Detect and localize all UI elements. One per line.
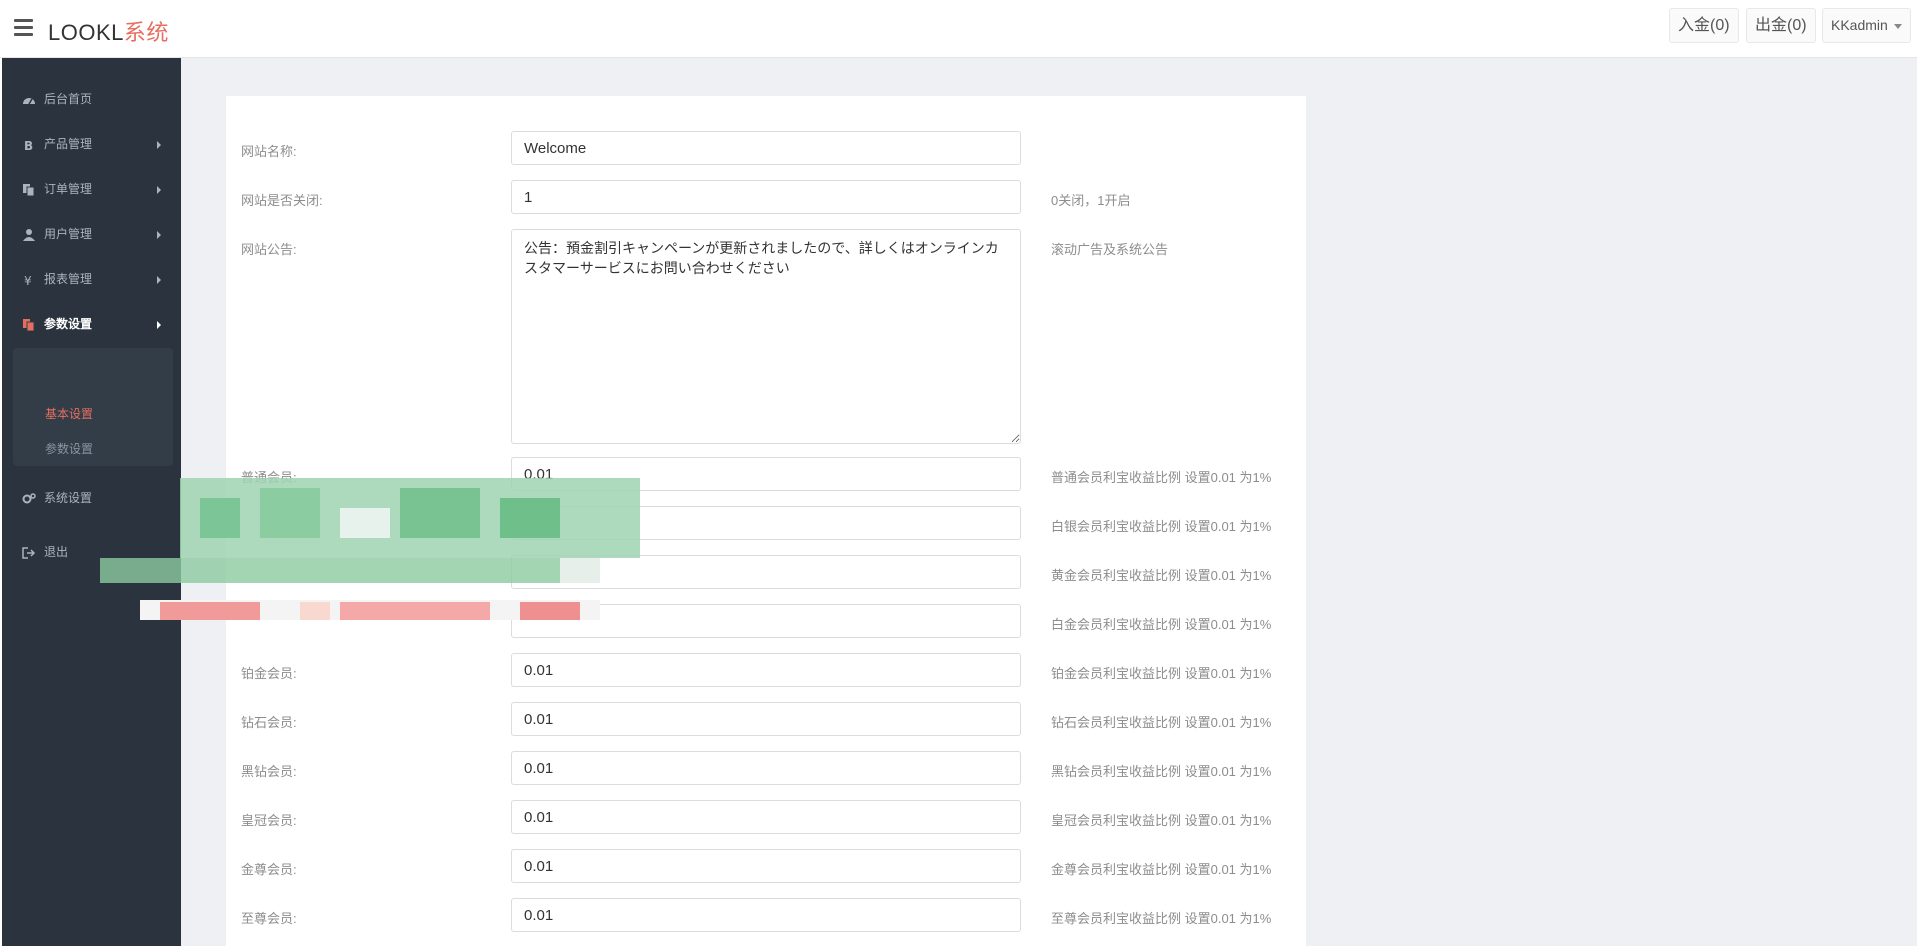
deposit-button[interactable]: 入金(0) <box>1669 8 1739 43</box>
copy-icon <box>22 183 36 196</box>
field-label: 铂金会员: <box>241 666 297 681</box>
cogs-icon <box>22 493 36 505</box>
yen-icon: ¥ <box>22 274 36 286</box>
chevron-right-icon <box>157 141 161 149</box>
caret-down-icon <box>1893 23 1902 29</box>
field-hint: 白金会员利宝收益比例 设置0.01 为1% <box>1051 617 1272 632</box>
submenu-item-parameter-settings[interactable]: 参数设置 <box>45 440 93 457</box>
member-rate-input[interactable] <box>511 898 1021 932</box>
member-rate-input[interactable] <box>511 604 1021 638</box>
sidebar-item-label: 系统设置 <box>44 491 93 505</box>
svg-text:¥: ¥ <box>24 274 32 286</box>
sidebar-item-label: 用户管理 <box>44 227 93 241</box>
member-rate-input[interactable] <box>511 800 1021 834</box>
site-notice-textarea[interactable]: 公告：預金割引キャンペーンが更新されましたので、詳しくはオンラインカスタマーサー… <box>511 229 1021 444</box>
field-label: 黑钻会员: <box>241 764 297 779</box>
member-rate-input[interactable] <box>511 506 1021 540</box>
brand-name: LOOKL <box>48 20 124 45</box>
settings-copy-icon <box>22 318 36 331</box>
field-hint: 白银会员利宝收益比例 设置0.01 为1% <box>1051 519 1272 534</box>
field-hint: 0关闭，1开启 <box>1051 193 1131 208</box>
sidebar-item-orders[interactable]: 订单管理 <box>2 171 181 207</box>
field-hint: 钻石会员利宝收益比例 设置0.01 为1% <box>1051 715 1272 730</box>
withdraw-button[interactable]: 出金(0) <box>1746 8 1816 43</box>
sidebar-item-system-settings[interactable]: 系统设置 <box>2 480 181 516</box>
chevron-right-icon <box>157 231 161 239</box>
field-hint: 黑钻会员利宝收益比例 设置0.01 为1% <box>1051 764 1272 779</box>
submenu-item-basic-settings[interactable]: 基本设置 <box>45 405 93 422</box>
sidebar-item-dashboard[interactable]: 后台首页 <box>2 81 181 117</box>
hamburger-menu-icon[interactable] <box>14 19 33 37</box>
sidebar-item-parameters[interactable]: 参数设置 <box>2 306 181 342</box>
top-header: LOOKL系统 入金(0) 出金(0) KKadmin <box>0 0 1917 58</box>
field-label: 网站名称: <box>241 144 297 159</box>
member-rate-input[interactable] <box>511 555 1021 589</box>
settings-form-panel: 网站名称: 网站是否关闭: 0关闭，1开启 网站公告: 公告：預金割引キャンペー… <box>226 96 1306 946</box>
field-hint: 普通会员利宝收益比例 设置0.01 为1% <box>1051 470 1272 485</box>
username: KKadmin <box>1831 17 1888 33</box>
brand-logo[interactable]: LOOKL系统 <box>48 15 169 47</box>
field-hint: 黄金会员利宝收益比例 设置0.01 为1% <box>1051 568 1272 583</box>
field-hint: 铂金会员利宝收益比例 设置0.01 为1% <box>1051 666 1272 681</box>
field-label: 普通会员: <box>241 470 297 485</box>
member-rate-input[interactable] <box>511 849 1021 883</box>
sign-out-icon <box>22 547 36 559</box>
bitcoin-icon: B <box>22 139 36 151</box>
field-hint: 滚动广告及系统公告 <box>1051 242 1169 257</box>
user-menu-button[interactable]: KKadmin <box>1822 8 1911 43</box>
site-name-input[interactable] <box>511 131 1021 165</box>
chevron-right-icon <box>157 186 161 194</box>
member-rate-input[interactable] <box>511 751 1021 785</box>
field-hint: 至尊会员利宝收益比例 设置0.01 为1% <box>1051 911 1272 926</box>
svg-text:B: B <box>24 139 33 151</box>
field-label: 网站公告: <box>241 242 297 257</box>
field-label: 钻石会员: <box>241 715 297 730</box>
field-label: 金尊会员: <box>241 862 297 877</box>
sidebar-item-label: 参数设置 <box>44 317 93 331</box>
sidebar-item-label: 退出 <box>44 545 69 559</box>
field-label: 网站是否关闭: <box>241 193 323 208</box>
site-closed-input[interactable] <box>511 180 1021 214</box>
brand-suffix: 系统 <box>123 20 169 45</box>
member-rate-input[interactable] <box>511 702 1021 736</box>
field-hint: 皇冠会员利宝收益比例 设置0.01 为1% <box>1051 813 1272 828</box>
sidebar-item-logout[interactable]: 退出 <box>2 534 181 570</box>
sidebar: 后台首页 B 产品管理 订单管理 用户管理 ¥ 报表管理 参数设置 基本设置 参… <box>0 58 181 946</box>
field-label: 至尊会员: <box>241 911 297 926</box>
chevron-right-icon <box>157 321 161 329</box>
sidebar-item-reports[interactable]: ¥ 报表管理 <box>2 261 181 297</box>
field-hint: 金尊会员利宝收益比例 设置0.01 为1% <box>1051 862 1272 877</box>
field-label: 皇冠会员: <box>241 813 297 828</box>
user-icon <box>22 228 36 241</box>
sidebar-item-users[interactable]: 用户管理 <box>2 216 181 252</box>
sidebar-item-products[interactable]: B 产品管理 <box>2 126 181 162</box>
dashboard-icon <box>22 94 36 106</box>
sidebar-item-label: 订单管理 <box>44 182 93 196</box>
member-rate-input[interactable] <box>511 653 1021 687</box>
member-rate-input[interactable] <box>511 457 1021 491</box>
chevron-right-icon <box>157 276 161 284</box>
sidebar-item-label: 后台首页 <box>44 92 93 106</box>
sidebar-item-label: 报表管理 <box>44 272 93 286</box>
sidebar-item-label: 产品管理 <box>44 137 93 151</box>
